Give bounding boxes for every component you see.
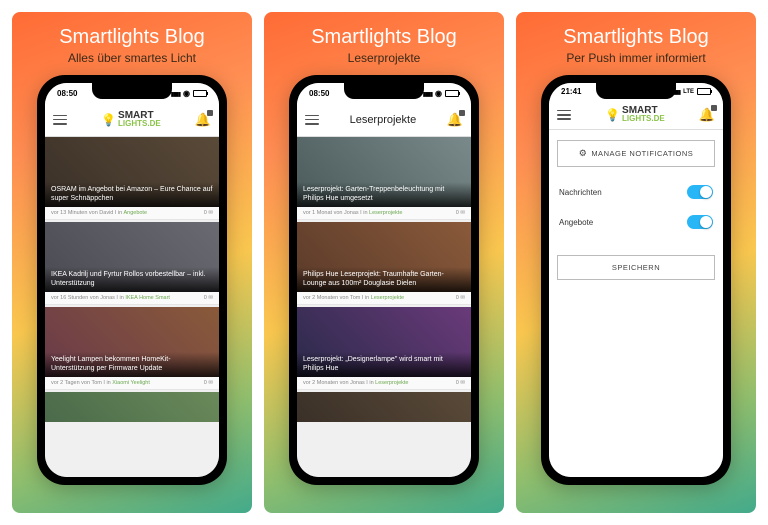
feed-card[interactable]: OSRAM im Angebot bei Amazon – Eure Chanc… [45, 137, 219, 220]
feed-card[interactable]: Philips Hue Leserprojekt: Traumhafte Gar… [297, 222, 471, 305]
promo-panel-1: Smartlights Blog Alles über smartes Lich… [12, 12, 252, 513]
battery-icon [193, 90, 207, 97]
screenshot-row: Smartlights Blog Alles über smartes Lich… [0, 0, 768, 525]
phone-notch [92, 83, 172, 99]
phone-frame: 21:41 LTE 💡 SMARTLIGHTS.DE 🔔 [541, 75, 731, 485]
app-logo[interactable]: 💡 SMARTLIGHTS.DE [101, 111, 161, 128]
bulb-icon: 💡 [101, 113, 116, 127]
status-right [423, 89, 459, 98]
feed-card[interactable]: IKEA Kadrilj und Fyrtur Rollos vorbestel… [45, 222, 219, 305]
card-image [45, 392, 219, 422]
setting-row-nachrichten: Nachrichten [557, 177, 715, 207]
card-meta: vor 13 Minuten von David I in Angebote 0… [45, 207, 219, 220]
app-bar: Leserprojekte 🔔 [297, 103, 471, 137]
card-meta: vor 1 Monat von Jonas I in Leserprojekte… [297, 207, 471, 220]
phone-screen: 08:50 💡 SMARTLIGHTS.DE 🔔 [45, 83, 219, 477]
feed-card[interactable]: Yeelight Lampen bekommen HomeKit-Unterst… [45, 307, 219, 390]
bulb-icon: 💡 [605, 108, 620, 122]
panel-subtitle: Per Push immer informiert [566, 51, 705, 65]
feed-card[interactable] [45, 392, 219, 422]
card-headline: OSRAM im Angebot bei Amazon – Eure Chanc… [45, 182, 219, 207]
phone-screen: 21:41 LTE 💡 SMARTLIGHTS.DE 🔔 [549, 83, 723, 477]
promo-panel-2: Smartlights Blog Leserprojekte 08:50 Les… [264, 12, 504, 513]
card-image: Leserprojekt: Garten-Treppenbeleuchtung … [297, 137, 471, 207]
feed-card[interactable]: Leserprojekt: Garten-Treppenbeleuchtung … [297, 137, 471, 220]
panel-title: Smartlights Blog [563, 26, 709, 49]
app-logo[interactable]: 💡 SMARTLIGHTS.DE [605, 106, 665, 123]
card-meta: vor 2 Monaten von Jonas I in Leserprojek… [297, 377, 471, 390]
settings-screen: ⚙ MANAGE NOTIFICATIONS Nachrichten Angeb… [549, 130, 723, 477]
battery-icon [697, 88, 711, 95]
feed-list[interactable]: OSRAM im Angebot bei Amazon – Eure Chanc… [45, 137, 219, 477]
setting-label: Nachrichten [559, 188, 602, 197]
phone-notch [596, 83, 676, 99]
card-image: IKEA Kadrilj und Fyrtur Rollos vorbestel… [45, 222, 219, 292]
card-image [297, 392, 471, 422]
battery-icon [445, 90, 459, 97]
card-meta: vor 16 Stunden von Jonas I in IKEA Home … [45, 292, 219, 305]
app-bar: 💡 SMARTLIGHTS.DE 🔔 [45, 103, 219, 137]
signal-icon [423, 89, 432, 98]
card-meta: vor 2 Monaten von Tom I in Leserprojekte… [297, 292, 471, 305]
manage-notifications-button[interactable]: ⚙ MANAGE NOTIFICATIONS [557, 140, 715, 167]
card-headline: Leserprojekt: Garten-Treppenbeleuchtung … [297, 182, 471, 207]
hamburger-icon[interactable] [557, 110, 571, 120]
toggle-nachrichten[interactable] [687, 185, 713, 199]
card-headline: Philips Hue Leserprojekt: Traumhafte Gar… [297, 267, 471, 292]
promo-panel-3: Smartlights Blog Per Push immer informie… [516, 12, 756, 513]
bell-icon[interactable]: 🔔 [447, 112, 463, 128]
setting-row-angebote: Angebote [557, 207, 715, 237]
card-headline: Yeelight Lampen bekommen HomeKit-Unterst… [45, 352, 219, 377]
hamburger-icon[interactable] [305, 115, 319, 125]
status-right [171, 89, 207, 98]
bell-icon[interactable]: 🔔 [195, 112, 211, 128]
app-bar: 💡 SMARTLIGHTS.DE 🔔 [549, 100, 723, 130]
panel-subtitle: Alles über smartes Licht [68, 51, 196, 65]
panel-title: Smartlights Blog [59, 26, 205, 49]
feed-card[interactable]: Leserprojekt: „Designerlampe" wird smart… [297, 307, 471, 390]
status-time: 21:41 [561, 87, 581, 96]
gear-icon: ⚙ [579, 148, 588, 159]
card-headline: IKEA Kadrilj und Fyrtur Rollos vorbestel… [45, 267, 219, 292]
card-meta: vor 2 Tagen von Tom I in Xiaomi Yeelight… [45, 377, 219, 390]
save-button[interactable]: SPEICHERN [557, 255, 715, 280]
phone-frame: 08:50 Leserprojekte 🔔 Leserprojek [289, 75, 479, 485]
feed-list[interactable]: Leserprojekt: Garten-Treppenbeleuchtung … [297, 137, 471, 477]
setting-label: Angebote [559, 218, 593, 227]
lte-label: LTE [683, 89, 694, 95]
status-right: LTE [671, 87, 711, 96]
signal-icon [171, 89, 180, 98]
bell-icon[interactable]: 🔔 [699, 107, 715, 123]
card-image: Leserprojekt: „Designerlampe" wird smart… [297, 307, 471, 377]
panel-title: Smartlights Blog [311, 26, 457, 49]
status-time: 08:50 [57, 89, 77, 98]
card-headline: Leserprojekt: „Designerlampe" wird smart… [297, 352, 471, 377]
feed-card[interactable] [297, 392, 471, 422]
phone-screen: 08:50 Leserprojekte 🔔 Leserprojek [297, 83, 471, 477]
hamburger-icon[interactable] [53, 115, 67, 125]
panel-subtitle: Leserprojekte [348, 51, 421, 65]
phone-frame: 08:50 💡 SMARTLIGHTS.DE 🔔 [37, 75, 227, 485]
wifi-icon [183, 89, 190, 98]
toggle-angebote[interactable] [687, 215, 713, 229]
card-image: Yeelight Lampen bekommen HomeKit-Unterst… [45, 307, 219, 377]
card-image: OSRAM im Angebot bei Amazon – Eure Chanc… [45, 137, 219, 207]
screen-title: Leserprojekte [350, 114, 417, 126]
wifi-icon [435, 89, 442, 98]
card-image: Philips Hue Leserprojekt: Traumhafte Gar… [297, 222, 471, 292]
status-time: 08:50 [309, 89, 329, 98]
phone-notch [344, 83, 424, 99]
